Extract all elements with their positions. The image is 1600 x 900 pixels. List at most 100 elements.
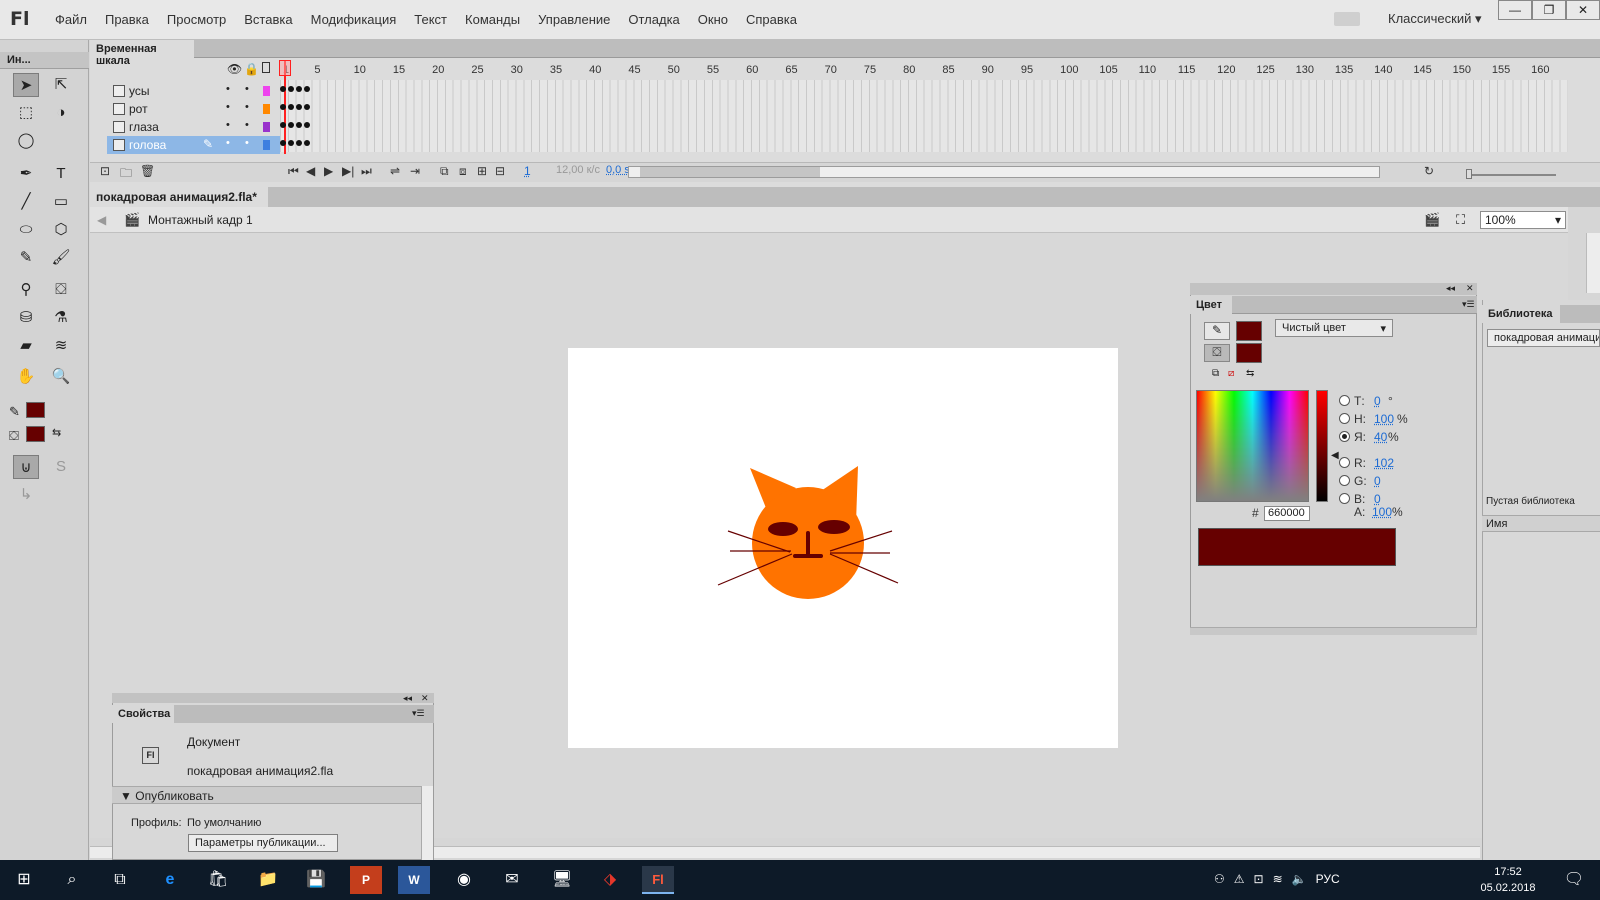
menu-item[interactable]: Правка (96, 12, 158, 27)
color-field-value[interactable]: 100 (1374, 412, 1394, 426)
library-name-column[interactable]: Имя (1482, 515, 1600, 532)
width-tool-icon[interactable]: ≋ (48, 334, 74, 358)
eyedropper-tool-icon[interactable]: ⚗ (48, 306, 74, 330)
paint-bucket-tool-icon[interactable]: ⛋ (48, 278, 74, 302)
chrome-icon[interactable]: ◉ (448, 866, 480, 894)
playhead-handle[interactable] (279, 60, 291, 76)
keyframe[interactable] (287, 86, 294, 92)
timeline-zoom-slider[interactable] (1466, 174, 1556, 176)
workspace-sync-icon[interactable] (1334, 12, 1360, 26)
color-field-value[interactable]: 0 (1374, 394, 1381, 408)
last-frame-icon[interactable]: ⏭ (361, 164, 372, 179)
keyframe[interactable] (303, 104, 310, 110)
edit-scene-icon[interactable]: 🎬 (1424, 212, 1440, 228)
onion-skin-icon[interactable]: ⧉ (440, 164, 449, 179)
flash-app-icon[interactable]: Fl (642, 866, 674, 894)
frames-grid[interactable] (280, 80, 1568, 152)
current-frame[interactable]: 1 (524, 164, 531, 178)
stroke-color-swatch[interactable] (26, 402, 45, 418)
keyframe[interactable] (280, 140, 286, 146)
lock-dot[interactable]: • (245, 83, 249, 95)
layer-outline-color[interactable] (263, 104, 270, 114)
collapse-panel-icon[interactable]: ◂◂ (1446, 283, 1455, 294)
lock-dot[interactable]: • (245, 137, 249, 149)
minimize-button[interactable]: — (1498, 0, 1532, 20)
restore-button[interactable]: ❐ (1532, 0, 1566, 20)
fill-color-swatch[interactable] (26, 426, 45, 442)
elapsed-time[interactable]: 0,0 s (606, 164, 630, 176)
layer-outline-color[interactable] (263, 86, 270, 96)
menu-item[interactable]: Просмотр (158, 12, 235, 27)
snap-magnet-icon[interactable]: ⊍ (13, 455, 39, 479)
zoom-tool-icon[interactable]: 🔍 (48, 365, 74, 389)
color-mode-radio[interactable] (1339, 395, 1350, 406)
layer-row[interactable]: голова ✎ • • (107, 136, 280, 154)
color-panel-titlebar[interactable] (1190, 283, 1477, 295)
first-frame-icon[interactable]: ⏮ (288, 164, 299, 179)
keyframe[interactable] (287, 140, 294, 146)
keyframe[interactable] (295, 86, 302, 92)
back-arrow-icon[interactable]: ◀ (97, 213, 106, 227)
color-field-value[interactable]: 0 (1374, 474, 1381, 488)
brightness-pointer-icon[interactable]: ◀ (1331, 450, 1339, 461)
delete-layer-icon[interactable]: 🗑 (140, 164, 155, 178)
stroke-color-swatch[interactable] (1236, 321, 1262, 341)
fill-type-select[interactable]: Чистый цвет ▾ (1275, 319, 1393, 337)
network-icon[interactable]: ⊡ (1254, 872, 1264, 886)
keyframe[interactable] (303, 122, 310, 128)
hex-input[interactable]: 660000 (1264, 506, 1310, 521)
task-view-icon[interactable]: ⧉ (104, 866, 136, 894)
swap-colors-icon[interactable]: ⇆ (52, 426, 61, 439)
color-field-value[interactable]: 0 (1374, 492, 1381, 506)
straighten-icon[interactable]: ↳ (13, 483, 39, 507)
panel-menu-icon[interactable]: ▾☰ (412, 708, 425, 719)
menu-item[interactable]: Окно (689, 12, 737, 27)
hand-tool-icon[interactable]: ✋ (13, 365, 39, 389)
keyframe[interactable] (295, 140, 302, 146)
polystar-tool-icon[interactable]: ⬡ (48, 218, 74, 242)
tray-app-icon[interactable]: ⚠ (1234, 872, 1245, 886)
publish-settings-button[interactable]: Параметры публикации... (188, 834, 338, 852)
oval-tool-icon[interactable]: ⬭ (13, 218, 39, 242)
no-color-icon[interactable]: ⧄ (1228, 368, 1234, 379)
tab-document[interactable]: покадровая анимация2.fla* ✕ (90, 187, 268, 218)
menu-item[interactable]: Управление (529, 12, 619, 27)
volume-icon[interactable]: 🔈 (1292, 872, 1307, 886)
stage[interactable] (568, 348, 1118, 748)
prev-frame-icon[interactable]: ◀ (306, 164, 315, 178)
close-panel-icon[interactable]: ✕ (1466, 283, 1474, 294)
lock-dot[interactable]: • (245, 119, 249, 131)
layer-row[interactable]: рот • • (107, 100, 280, 118)
tab-color[interactable]: Цвет (1190, 296, 1232, 314)
timeline-ruler[interactable]: 1510152025303540455055606570758085909510… (283, 60, 1568, 80)
mail-icon[interactable]: ✉ (496, 866, 528, 894)
store-icon[interactable]: 🛍 (202, 866, 234, 894)
color-mode-radio[interactable] (1339, 457, 1350, 468)
windows-start-icon[interactable]: ⊞ (8, 866, 40, 894)
color-spectrum[interactable] (1196, 390, 1309, 502)
menu-item[interactable]: Модификация (302, 12, 406, 27)
layer-row[interactable]: усы • • (107, 82, 280, 100)
eye-icon[interactable]: 👁 (227, 62, 242, 76)
pencil-tool-icon[interactable]: ✎ (13, 246, 39, 270)
outline-icon[interactable] (262, 62, 270, 73)
keyframe[interactable] (287, 104, 294, 110)
layer-row[interactable]: глаза • • (107, 118, 280, 136)
stroke-pencil-icon[interactable]: ✎ (1204, 322, 1230, 340)
rectangle-tool-icon[interactable]: ▭ (48, 190, 74, 214)
fill-bucket-icon[interactable]: ⛋ (1204, 344, 1230, 362)
visibility-dot[interactable]: • (226, 137, 230, 149)
ink-bottle-tool-icon[interactable]: ⛁ (13, 306, 39, 330)
visibility-dot[interactable]: • (226, 119, 230, 131)
visibility-dot[interactable]: • (226, 83, 230, 95)
loop-icon[interactable]: ⇌ (390, 164, 400, 178)
new-folder-icon[interactable]: 🗀 (120, 164, 132, 185)
keyframe[interactable] (280, 104, 286, 110)
acrobat-icon[interactable]: ⬗ (594, 866, 626, 894)
edit-multiple-icon[interactable]: ⊞ (477, 164, 487, 178)
notifications-icon[interactable]: 🗨 (1558, 866, 1590, 894)
tab-properties[interactable]: Свойства (112, 705, 174, 723)
remote-desktop-icon[interactable]: 🖥 (546, 866, 578, 894)
play-icon[interactable]: ▶ (324, 164, 333, 178)
visibility-dot[interactable]: • (226, 101, 230, 113)
